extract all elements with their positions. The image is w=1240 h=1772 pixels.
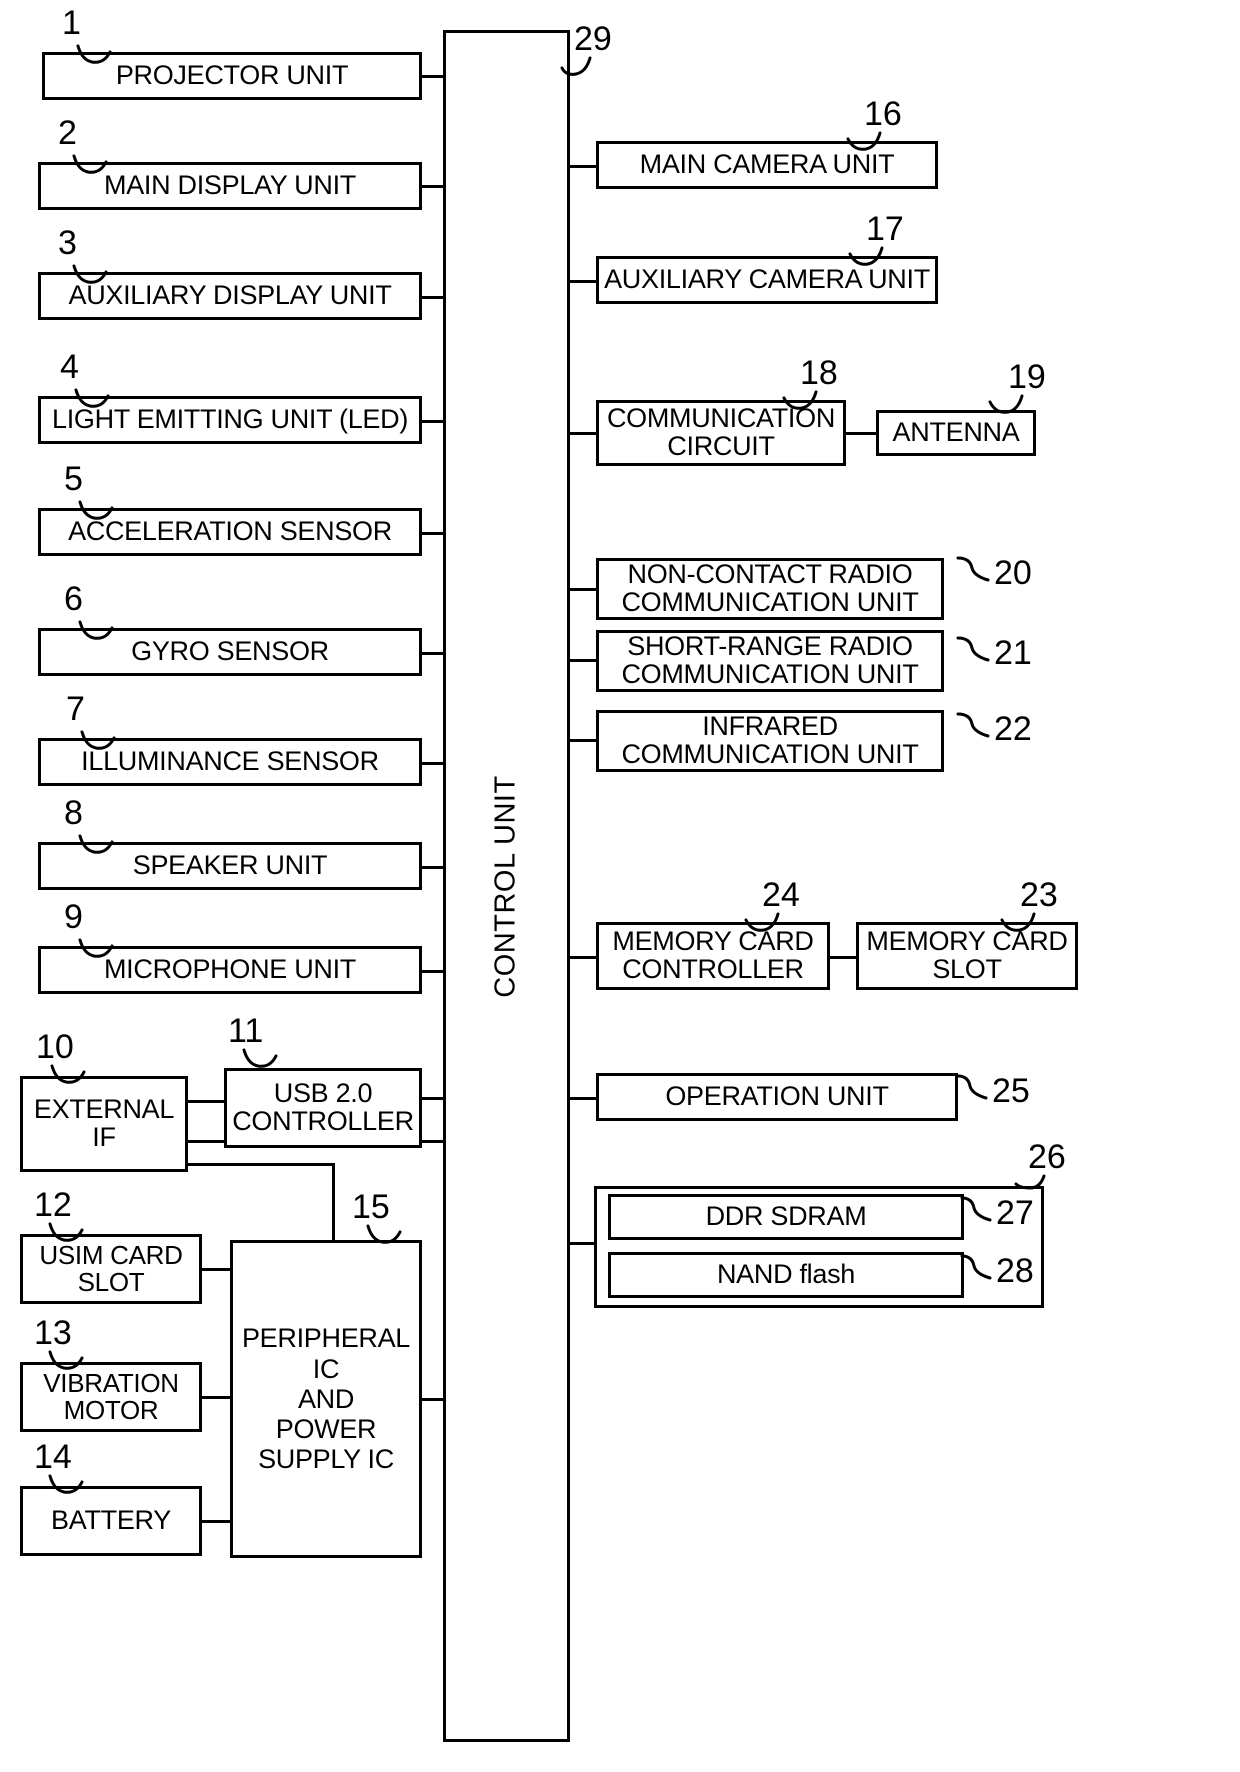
ref-numeral-18: 18 <box>800 354 838 392</box>
ref-numeral-2: 2 <box>58 114 77 152</box>
ref-numeral-21: 21 <box>994 634 1032 672</box>
ref-numeral-5: 5 <box>64 460 83 498</box>
ref-numeral-26: 26 <box>1028 1138 1066 1176</box>
ref-numeral-15: 15 <box>352 1188 390 1226</box>
ref-numeral-1: 1 <box>62 4 81 42</box>
ref-numeral-29: 29 <box>574 20 612 58</box>
ref-numeral-13: 13 <box>34 1314 72 1352</box>
ref-numeral-17: 17 <box>866 210 904 248</box>
patent-figure-canvas: CONTROL UNIT PROJECTOR UNIT MAIN DISPLAY… <box>0 0 1240 1772</box>
ref-numeral-22: 22 <box>994 710 1032 748</box>
ref-numeral-19: 19 <box>1008 358 1046 396</box>
ref-numeral-16: 16 <box>864 95 902 133</box>
ref-numeral-24: 24 <box>762 876 800 914</box>
ref-numeral-9: 9 <box>64 898 83 936</box>
ref-numeral-20: 20 <box>994 554 1032 592</box>
ref-numeral-4: 4 <box>60 348 79 386</box>
ref-numeral-11: 11 <box>228 1012 264 1050</box>
ref-numeral-6: 6 <box>64 580 83 618</box>
ref-numeral-3: 3 <box>58 224 77 262</box>
ref-numeral-14: 14 <box>34 1438 72 1476</box>
ref-numeral-25: 25 <box>992 1072 1030 1110</box>
ref-numeral-10: 10 <box>36 1028 74 1066</box>
ref-numeral-8: 8 <box>64 794 83 832</box>
ref-numeral-7: 7 <box>66 690 85 728</box>
ref-numeral-12: 12 <box>34 1186 72 1224</box>
ref-numeral-23: 23 <box>1020 876 1058 914</box>
ref-numeral-28: 28 <box>996 1252 1034 1290</box>
ref-numeral-27: 27 <box>996 1194 1034 1232</box>
